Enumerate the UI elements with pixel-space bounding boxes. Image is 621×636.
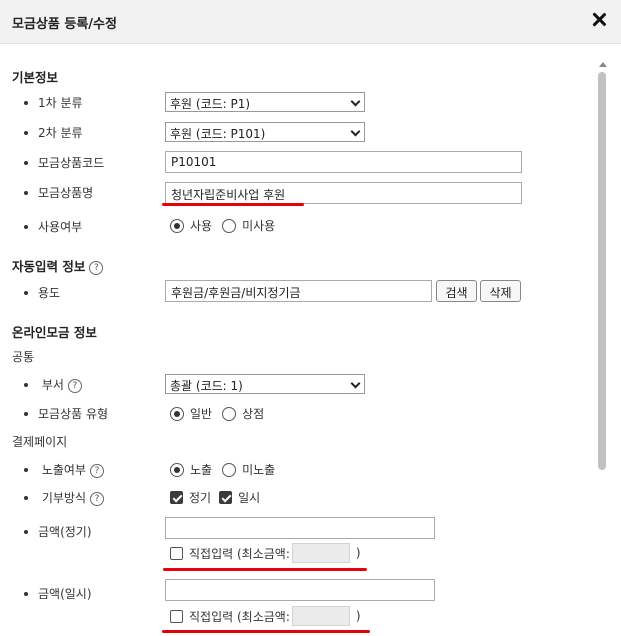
- method-once-checkbox[interactable]: [219, 491, 233, 504]
- donation-method-label-text: 기부방식: [41, 491, 86, 505]
- category2-select[interactable]: 후원 (코드: P101): [165, 122, 365, 142]
- scrollbar[interactable]: [596, 56, 608, 636]
- use-no-label: 미사용: [242, 219, 276, 233]
- highlight-underline: [163, 568, 367, 571]
- use-label: 사용여부: [24, 218, 82, 235]
- dept-value: 총괄 (코드: 1): [170, 379, 243, 393]
- product-type-label: 모금상품 유형: [24, 405, 108, 422]
- common-subhead: 공통: [12, 350, 35, 364]
- type-general-label: 일반: [190, 407, 213, 421]
- scroll-thumb[interactable]: [598, 72, 606, 470]
- payment-subhead: 결제페이지: [12, 435, 68, 449]
- dept-label: 부서?: [24, 376, 82, 393]
- method-once-label: 일시: [238, 491, 261, 505]
- amount-once-input[interactable]: [165, 579, 435, 601]
- amount-regular-label: 금액(정기): [24, 523, 92, 540]
- display-label: 노출여부?: [24, 461, 104, 478]
- amount-regular-direct-checkbox[interactable]: [170, 546, 183, 560]
- product-code-input[interactable]: P10101: [165, 151, 522, 173]
- amount-regular-input[interactable]: [165, 517, 435, 539]
- section-auto-title-text: 자동입력 정보: [12, 259, 86, 274]
- dialog-header: 모금상품 등록/수정: [0, 0, 621, 44]
- use-no-radio[interactable]: [222, 218, 237, 233]
- dept-select[interactable]: 총괄 (코드: 1): [165, 374, 365, 394]
- use-radio-group: 사용 미사용: [170, 217, 285, 234]
- type-shop-radio[interactable]: [222, 406, 237, 421]
- purpose-label: 용도: [24, 284, 60, 301]
- product-name-input[interactable]: 청년자립준비사업 후원: [165, 182, 522, 204]
- category1-label: 1차 분류: [24, 94, 83, 111]
- purpose-input[interactable]: 후원금/후원금/비지정기금: [165, 280, 432, 302]
- use-yes-radio[interactable]: [170, 218, 184, 233]
- section-online-title: 온라인모금 정보: [12, 325, 97, 340]
- donation-method-checks: 정기 일시: [170, 489, 268, 506]
- amount-once-direct-checkbox[interactable]: [170, 609, 183, 623]
- amount-regular-close-paren: ): [355, 546, 361, 560]
- product-type-radio-group: 일반 상점: [170, 405, 274, 422]
- section-auto-title: 자동입력 정보?: [12, 256, 104, 275]
- chevron-down-icon: [350, 96, 361, 107]
- help-icon[interactable]: ?: [67, 378, 82, 393]
- category2-label: 2차 분류: [24, 124, 83, 141]
- product-name-label: 모금상품명: [24, 184, 93, 201]
- display-show-radio[interactable]: [170, 462, 184, 477]
- highlight-underline: [162, 203, 304, 206]
- category1-value: 후원 (코드: P1): [170, 97, 251, 111]
- type-shop-label: 상점: [242, 407, 265, 421]
- use-yes-label: 사용: [190, 219, 213, 233]
- highlight-underline: [162, 630, 370, 633]
- amount-once-label: 금액(일시): [24, 585, 92, 602]
- help-icon[interactable]: ?: [90, 463, 104, 478]
- scroll-up-icon[interactable]: [599, 62, 607, 67]
- product-code-label: 모금상품코드: [24, 154, 104, 171]
- amount-regular-direct-row: 직접입력 (최소금액: ): [170, 543, 361, 563]
- amount-once-direct-text: 직접입력 (최소금액:: [189, 609, 290, 624]
- delete-button[interactable]: 삭제: [480, 280, 521, 302]
- chevron-down-icon: [350, 126, 361, 137]
- amount-regular-min-input[interactable]: [291, 543, 350, 563]
- display-label-text: 노출여부: [41, 463, 86, 477]
- amount-once-min-input[interactable]: [291, 606, 350, 626]
- section-basic-title: 기본정보: [12, 70, 59, 85]
- amount-once-close-paren: ): [355, 609, 361, 623]
- category1-select[interactable]: 후원 (코드: P1): [165, 92, 365, 112]
- close-icon[interactable]: [589, 10, 609, 30]
- display-hide-label: 미노출: [242, 463, 276, 477]
- amount-regular-direct-text: 직접입력 (최소금액:: [189, 546, 290, 561]
- dialog-title: 모금상품 등록/수정: [12, 17, 117, 32]
- donation-method-label: 기부방식?: [24, 489, 104, 506]
- chevron-down-icon: [350, 378, 361, 389]
- help-icon[interactable]: ?: [90, 491, 104, 506]
- type-general-radio[interactable]: [170, 406, 184, 421]
- method-regular-label: 정기: [189, 491, 212, 505]
- display-hide-radio[interactable]: [222, 462, 237, 477]
- help-icon[interactable]: ?: [89, 260, 104, 275]
- amount-once-direct-row: 직접입력 (최소금액: ): [170, 606, 361, 626]
- dept-label-text: 부서: [41, 378, 64, 392]
- category2-value: 후원 (코드: P101): [170, 127, 266, 141]
- display-show-label: 노출: [190, 463, 213, 477]
- display-radio-group: 노출 미노출: [170, 461, 285, 478]
- search-button[interactable]: 검색: [436, 280, 477, 302]
- method-regular-checkbox[interactable]: [170, 491, 183, 504]
